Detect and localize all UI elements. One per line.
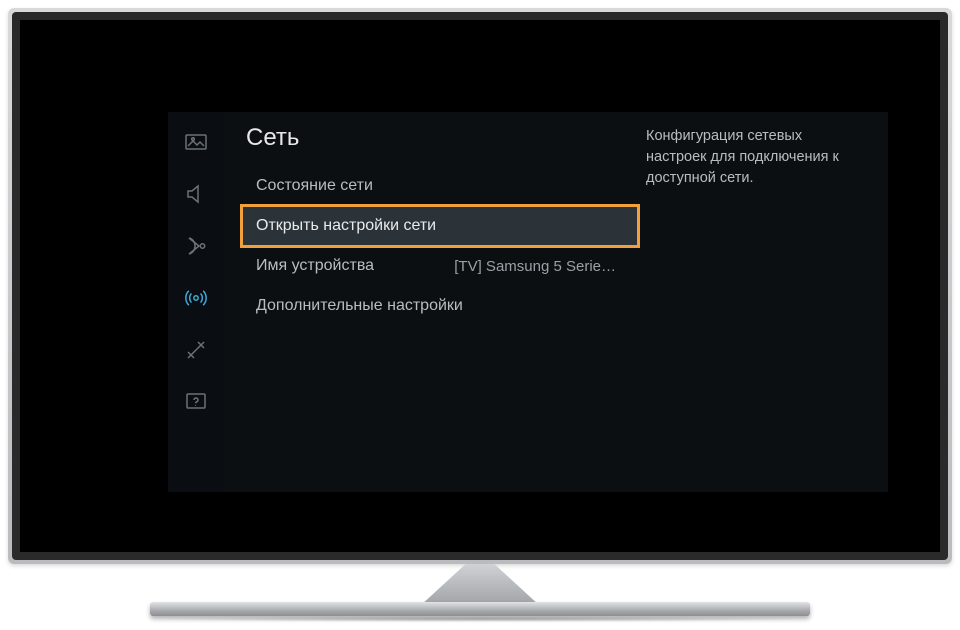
menu-item-device-name[interactable]: Имя устройства [TV] Samsung 5 Serie… [242, 246, 638, 286]
tv-stand-base [150, 602, 810, 616]
tv-bezel: Сеть Состояние сети Открыть настройки се… [12, 12, 948, 560]
broadcast-icon[interactable] [182, 234, 210, 258]
picture-icon[interactable] [182, 130, 210, 154]
support-icon[interactable] [182, 390, 210, 414]
tv-screen: Сеть Состояние сети Открыть настройки се… [20, 20, 940, 552]
system-icon[interactable] [182, 338, 210, 362]
menu-item-label: Открыть настройки сети [256, 217, 436, 235]
settings-sidebar [168, 112, 224, 492]
menu-column: Сеть Состояние сети Открыть настройки се… [224, 112, 638, 492]
description-text: Конфигурация сетевых настроек для подклю… [646, 126, 852, 189]
menu-item-label: Дополнительные настройки [256, 297, 463, 315]
menu-item-expert-settings[interactable]: Дополнительные настройки [242, 286, 638, 326]
settings-main: Сеть Состояние сети Открыть настройки се… [224, 112, 888, 492]
network-icon[interactable] [182, 286, 210, 310]
menu-item-label: Имя устройства [256, 257, 374, 275]
menu-item-network-status[interactable]: Состояние сети [242, 166, 638, 206]
tv-frame: Сеть Состояние сети Открыть настройки се… [8, 8, 952, 564]
menu-item-value: [TV] Samsung 5 Serie… [454, 258, 624, 275]
menu-title: Сеть [244, 120, 638, 166]
sound-icon[interactable] [182, 182, 210, 206]
menu-item-open-network-settings[interactable]: Открыть настройки сети [242, 206, 638, 246]
tv-stand-neck [420, 564, 540, 606]
settings-panel: Сеть Состояние сети Открыть настройки се… [168, 112, 888, 492]
menu-item-label: Состояние сети [256, 177, 373, 195]
description-panel: Конфигурация сетевых настроек для подклю… [638, 112, 866, 492]
